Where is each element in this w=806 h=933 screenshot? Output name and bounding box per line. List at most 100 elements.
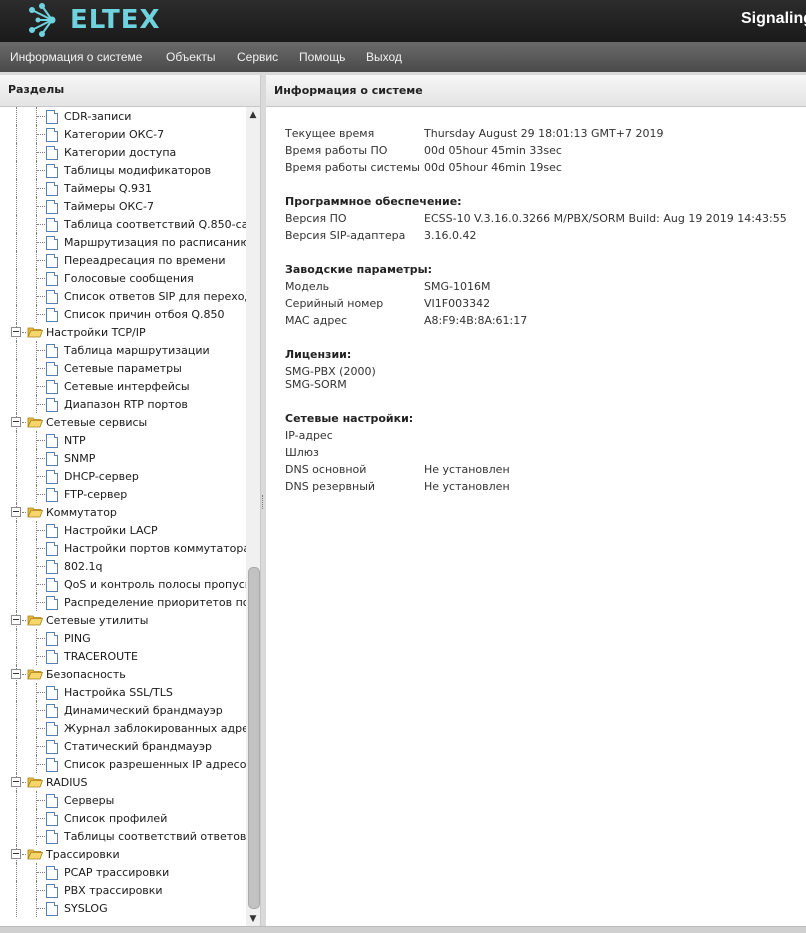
- tree-item-label[interactable]: Категории доступа: [64, 146, 176, 159]
- collapse-minus-icon[interactable]: [11, 327, 21, 337]
- tree-item-label[interactable]: Серверы: [64, 794, 114, 807]
- tree-item-label[interactable]: Таймеры ОКС-7: [64, 200, 154, 213]
- tree-item-label[interactable]: Маршрутизация по расписанию: [64, 236, 246, 249]
- tree-item-label[interactable]: QoS и контроль полосы пропускани: [64, 578, 246, 591]
- tree-folder-label[interactable]: RADIUS: [46, 776, 87, 789]
- tree-item-label[interactable]: Список причин отбоя Q.850: [64, 308, 225, 321]
- tree-folder-label[interactable]: Безопасность: [46, 668, 126, 681]
- tree-item-label[interactable]: DHCP-сервер: [64, 470, 139, 483]
- tree-item[interactable]: Переадресация по времени: [0, 251, 246, 269]
- tree-item-label[interactable]: SNMP: [64, 452, 95, 465]
- tree-item-label[interactable]: PING: [64, 632, 91, 645]
- tree-folder-label[interactable]: Настройки TCP/IP: [46, 326, 146, 339]
- collapse-minus-icon[interactable]: [11, 507, 21, 517]
- tree-item[interactable]: Таблицы модификаторов: [0, 161, 246, 179]
- tree-item[interactable]: SYSLOG: [0, 899, 246, 917]
- tree-folder-label[interactable]: Сетевые утилиты: [46, 614, 148, 627]
- tree-item-label[interactable]: Таблица маршрутизации: [64, 344, 210, 357]
- tree-item[interactable]: Категории доступа: [0, 143, 246, 161]
- tree-folder-label[interactable]: Коммутатор: [46, 506, 117, 519]
- collapse-minus-icon[interactable]: [11, 417, 21, 427]
- tree-item[interactable]: Сетевые интерфейсы: [0, 377, 246, 395]
- tree-item-label[interactable]: Переадресация по времени: [64, 254, 225, 267]
- tree-item-label[interactable]: Настройки портов коммутатора: [64, 542, 246, 555]
- tree-item-label[interactable]: Список профилей: [64, 812, 167, 825]
- tree-item[interactable]: Статический брандмауэр: [0, 737, 246, 755]
- tree-folder[interactable]: Сетевые сервисы: [0, 413, 246, 431]
- tree-item-label[interactable]: Настройка SSL/TLS: [64, 686, 173, 699]
- tree-item[interactable]: Серверы: [0, 791, 246, 809]
- tree-item-label[interactable]: Сетевые параметры: [64, 362, 182, 375]
- tree-item-label[interactable]: Диапазон RTP портов: [64, 398, 188, 411]
- tree-folder[interactable]: Трассировки: [0, 845, 246, 863]
- tree-item[interactable]: Сетевые параметры: [0, 359, 246, 377]
- tree-item-label[interactable]: CDR-записи: [64, 110, 131, 123]
- tree-item-label[interactable]: FTP-сервер: [64, 488, 127, 501]
- collapse-minus-icon[interactable]: [11, 777, 21, 787]
- tree-item[interactable]: Таблицы соответствий ответов RAD: [0, 827, 246, 845]
- tree-item-label[interactable]: 802.1q: [64, 560, 102, 573]
- tree-item-label[interactable]: Категории ОКС-7: [64, 128, 164, 141]
- tree-item[interactable]: Список разрешенных IP адресов: [0, 755, 246, 773]
- tree-item[interactable]: PING: [0, 629, 246, 647]
- tree-item[interactable]: Голосовые сообщения: [0, 269, 246, 287]
- tree-folder[interactable]: Сетевые утилиты: [0, 611, 246, 629]
- tree-item[interactable]: Таблица маршрутизации: [0, 341, 246, 359]
- tree-item[interactable]: Диапазон RTP портов: [0, 395, 246, 413]
- tree-item[interactable]: Список профилей: [0, 809, 246, 827]
- tree-item[interactable]: Динамический брандмауэр: [0, 701, 246, 719]
- tree-scrollbar[interactable]: ▲ ▼: [246, 107, 260, 927]
- tree-item[interactable]: Настройки портов коммутатора: [0, 539, 246, 557]
- scroll-down-icon[interactable]: ▼: [248, 913, 258, 925]
- tree-item-label[interactable]: Список ответов SIP для перехода на: [64, 290, 246, 303]
- tree-item-label[interactable]: Таблица соответствий Q.850-cause: [64, 218, 246, 231]
- tree-item[interactable]: Журнал заблокированных адресов: [0, 719, 246, 737]
- tree-folder[interactable]: Настройки TCP/IP: [0, 323, 246, 341]
- tree-item[interactable]: CDR-записи: [0, 107, 246, 125]
- tree-item[interactable]: NTP: [0, 431, 246, 449]
- tree-item[interactable]: Настройка SSL/TLS: [0, 683, 246, 701]
- tree-item[interactable]: SNMP: [0, 449, 246, 467]
- menu-objects[interactable]: Объекты: [166, 50, 216, 64]
- tree-item-label[interactable]: TRACEROUTE: [64, 650, 138, 663]
- tree-item[interactable]: DHCP-сервер: [0, 467, 246, 485]
- tree-folder-label[interactable]: Сетевые сервисы: [46, 416, 147, 429]
- menu-help[interactable]: Помощь: [299, 50, 345, 64]
- tree-item[interactable]: FTP-сервер: [0, 485, 246, 503]
- tree-item-label[interactable]: PBX трассировки: [64, 884, 163, 897]
- tree-item-label[interactable]: Голосовые сообщения: [64, 272, 194, 285]
- tree-item[interactable]: Список причин отбоя Q.850: [0, 305, 246, 323]
- tree-item[interactable]: Список ответов SIP для перехода на: [0, 287, 246, 305]
- tree-item-label[interactable]: NTP: [64, 434, 86, 447]
- tree-item[interactable]: Маршрутизация по расписанию: [0, 233, 246, 251]
- tree-item[interactable]: PBX трассировки: [0, 881, 246, 899]
- tree-item[interactable]: 802.1q: [0, 557, 246, 575]
- tree-item[interactable]: PCAP трассировки: [0, 863, 246, 881]
- tree-folder[interactable]: RADIUS: [0, 773, 246, 791]
- tree-item-label[interactable]: Статический брандмауэр: [64, 740, 212, 753]
- tree-item[interactable]: Настройки LACP: [0, 521, 246, 539]
- collapse-minus-icon[interactable]: [11, 669, 21, 679]
- tree-item[interactable]: Категории ОКС-7: [0, 125, 246, 143]
- tree-item-label[interactable]: Сетевые интерфейсы: [64, 380, 190, 393]
- tree-item-label[interactable]: Распределение приоритетов по оче: [64, 596, 246, 609]
- collapse-minus-icon[interactable]: [11, 615, 21, 625]
- tree-folder[interactable]: Коммутатор: [0, 503, 246, 521]
- menu-system-info[interactable]: Информация о системе: [10, 50, 142, 64]
- tree-item[interactable]: Таймеры ОКС-7: [0, 197, 246, 215]
- tree-item-label[interactable]: Журнал заблокированных адресов: [64, 722, 246, 735]
- tree-item[interactable]: Таймеры Q.931: [0, 179, 246, 197]
- scroll-up-icon[interactable]: ▲: [248, 109, 258, 121]
- tree-item-label[interactable]: PCAP трассировки: [64, 866, 169, 879]
- tree-item[interactable]: Таблица соответствий Q.850-cause: [0, 215, 246, 233]
- tree-item[interactable]: TRACEROUTE: [0, 647, 246, 665]
- tree-item[interactable]: Распределение приоритетов по оче: [0, 593, 246, 611]
- tree-folder-label[interactable]: Трассировки: [46, 848, 120, 861]
- tree-item-label[interactable]: Настройки LACP: [64, 524, 158, 537]
- menu-exit[interactable]: Выход: [366, 50, 402, 64]
- tree-folder[interactable]: Безопасность: [0, 665, 246, 683]
- tree-item-label[interactable]: Таблицы модификаторов: [64, 164, 211, 177]
- tree-item-label[interactable]: SYSLOG: [64, 902, 108, 915]
- collapse-minus-icon[interactable]: [11, 849, 21, 859]
- tree-item-label[interactable]: Таблицы соответствий ответов RAD: [64, 830, 246, 843]
